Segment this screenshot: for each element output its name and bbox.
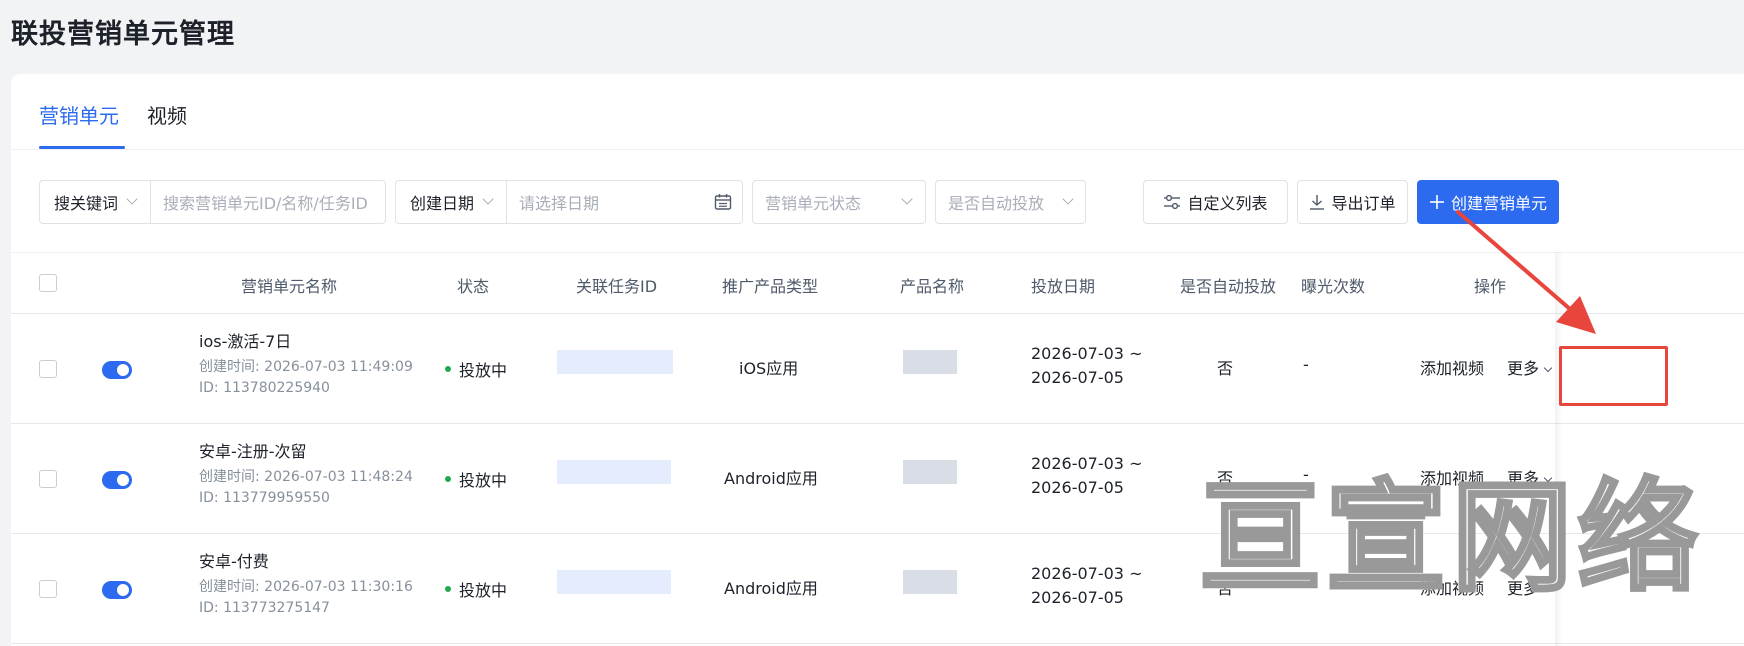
- watermark-text: 亘宣网络: [1198, 467, 1704, 610]
- annotation-highlight-box: [1559, 346, 1668, 406]
